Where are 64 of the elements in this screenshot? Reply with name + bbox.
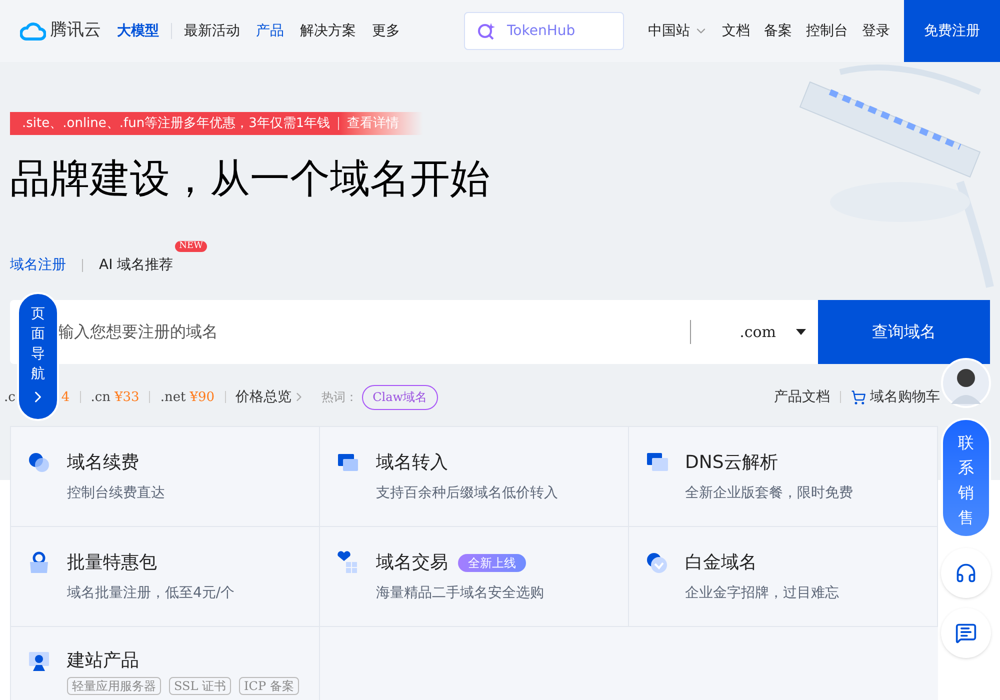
page-title: 品牌建设，从一个域名开始 — [10, 155, 491, 204]
nav-link[interactable]: 解决方案 — [300, 20, 356, 42]
product-card[interactable]: 域名交易 全新上线 海量精品二手域名安全选购 — [320, 527, 629, 628]
suffix-dropdown[interactable]: .com — [691, 300, 818, 364]
price: 4 — [61, 388, 70, 406]
signup-button[interactable]: 免费注册 — [904, 0, 1000, 62]
avatar[interactable] — [941, 358, 991, 408]
header-link[interactable]: 控制台 — [806, 20, 848, 42]
product-icon — [336, 551, 360, 576]
brand-name[interactable]: 腾讯云 — [50, 18, 101, 44]
nav-link[interactable]: 更多 — [372, 20, 400, 42]
region-selector[interactable]: 中国站 — [648, 20, 708, 42]
header-link[interactable]: 登录 — [862, 20, 890, 42]
cart-icon — [851, 390, 866, 405]
nav-link[interactable]: 产品 — [256, 20, 284, 42]
cart-link[interactable]: 域名购物车 — [851, 386, 940, 408]
product-title: 建站产品 — [67, 649, 139, 674]
product-card[interactable]: 白金域名 企业金字招牌，过目难忘 — [629, 527, 938, 628]
search-button[interactable]: 查询域名 — [818, 300, 990, 364]
product-title: 域名续费 — [67, 451, 139, 476]
domain-suffix[interactable]: .net — [160, 388, 186, 407]
price: ¥33 — [114, 388, 140, 406]
product-card[interactable]: 域名续费 控制台续费直达 — [11, 427, 320, 528]
headset-icon — [955, 562, 977, 584]
product-title: 域名转入 — [376, 451, 448, 476]
search-tab[interactable]: 域名注册 — [10, 255, 66, 276]
domain-suffix[interactable]: .c — [4, 388, 16, 407]
domain-suffix[interactable]: .cn — [90, 388, 110, 407]
product-description: 企业金字招牌，过目难忘 — [685, 584, 839, 604]
cloud-logo-icon — [20, 21, 46, 41]
product-card[interactable]: 域名转入 支持百余种后缀域名低价转入 — [320, 427, 629, 528]
new-launch-badge: 全新上线 — [458, 554, 526, 572]
hot-words-label: 热词： — [322, 389, 358, 406]
search-field[interactable]: TokenHub — [464, 12, 624, 50]
product-icon — [645, 551, 669, 576]
hot-tag[interactable]: Claw域名 — [362, 384, 438, 410]
ai-search-icon — [477, 22, 495, 40]
product-card[interactable]: 批量特惠包 域名批量注册，低至4元/个 — [11, 527, 320, 628]
product-description: 海量精品二手域名安全选购 — [376, 584, 544, 604]
product-description: 控制台续费直达 — [67, 484, 165, 504]
product-card[interactable]: DNS云解析 全新企业版套餐，限时免费 — [629, 427, 938, 528]
caret-icon — [796, 329, 806, 336]
header-link[interactable]: 备案 — [764, 20, 792, 42]
price: ¥90 — [190, 388, 215, 406]
product-description: 域名批量注册，低至4元/个 — [67, 584, 235, 604]
new-badge: NEW — [175, 241, 207, 252]
product-description: 全新企业版套餐，限时免费 — [685, 484, 853, 504]
promo-banner[interactable]: .site、.online、.fun等注册多年优惠，3年仅需1年钱 查看详情 — [10, 112, 424, 136]
doc-link[interactable]: 产品文档 — [774, 386, 830, 408]
product-title: 白金域名 — [685, 551, 757, 576]
page-nav-menu[interactable]: 页面导航 — [17, 292, 59, 421]
product-title: 域名交易 — [376, 551, 448, 576]
price-overview-link[interactable]: 价格总览 — [236, 386, 306, 408]
contact-sales-button[interactable]: 联系销售 — [941, 418, 991, 538]
nav-link[interactable]: 大模型 — [117, 20, 159, 42]
product-title: DNS云解析 — [685, 451, 778, 476]
nav-link[interactable]: 最新活动 — [184, 20, 240, 42]
promo-text: .site、.online、.fun等注册多年优惠，3年仅需1年钱 — [22, 115, 330, 133]
chat-icon — [955, 622, 977, 644]
product-description: 支持百余种后缀域名低价转入 — [376, 484, 558, 504]
product-icon — [27, 649, 51, 674]
product-title: 批量特惠包 — [67, 551, 157, 576]
product-icon — [27, 551, 51, 576]
header-link[interactable]: 文档 — [722, 20, 750, 42]
